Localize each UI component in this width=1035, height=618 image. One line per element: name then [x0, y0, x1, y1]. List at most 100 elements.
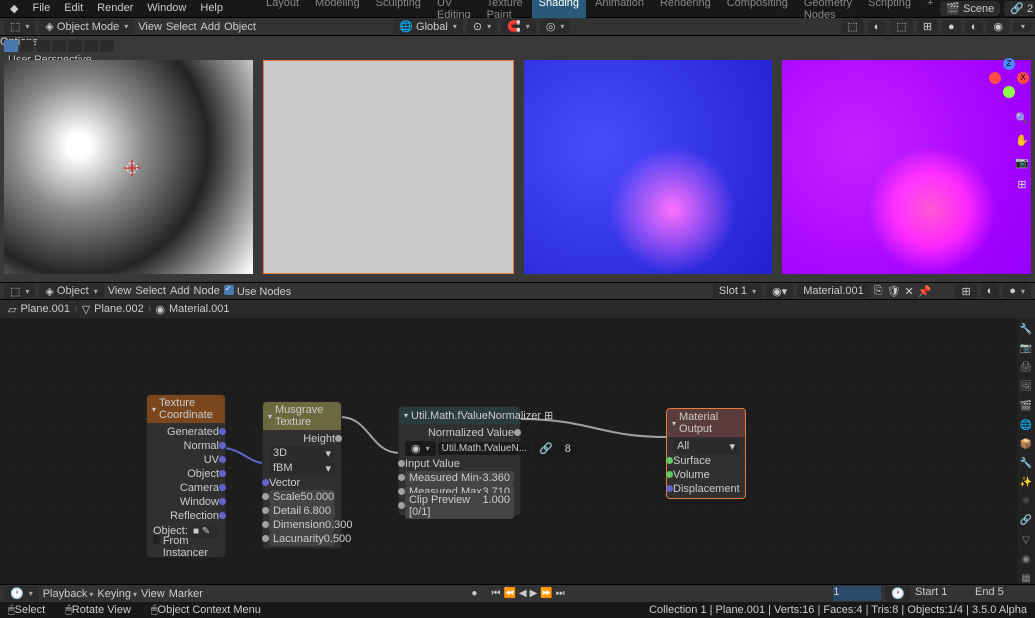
- start-frame[interactable]: Start 1: [915, 586, 971, 601]
- menu-view[interactable]: View: [138, 21, 162, 33]
- node-menu-node[interactable]: Node: [194, 285, 220, 297]
- slot-select[interactable]: Slot 1: [713, 284, 762, 298]
- socket-normal[interactable]: [219, 442, 226, 449]
- material-name[interactable]: Material.001: [797, 284, 870, 298]
- prop-constraint-icon[interactable]: 🔗: [1019, 515, 1033, 526]
- gizmo-y[interactable]: [1003, 86, 1015, 98]
- camera-icon[interactable]: 📷: [1015, 156, 1029, 170]
- prop-modifier-icon[interactable]: 🔧: [1019, 458, 1033, 469]
- output-target[interactable]: All▾: [673, 439, 739, 454]
- menu-edit[interactable]: Edit: [58, 0, 89, 17]
- snap-node[interactable]: ⊞: [955, 284, 976, 299]
- group-link-icon[interactable]: 🔗: [533, 441, 559, 456]
- node-menu-select[interactable]: Select: [135, 285, 166, 297]
- timeline-playback[interactable]: Playback: [43, 588, 94, 600]
- dimension-field[interactable]: Dimension0.300: [269, 518, 335, 532]
- socket-surface[interactable]: [666, 457, 673, 464]
- socket-object[interactable]: [219, 470, 226, 477]
- prop-world-icon[interactable]: 🌐: [1019, 420, 1033, 431]
- socket-dimension[interactable]: [262, 521, 269, 528]
- socket-mmin[interactable]: [398, 474, 405, 481]
- prop-material-icon[interactable]: ◉: [1019, 554, 1033, 565]
- socket-generated[interactable]: [219, 428, 226, 435]
- frame-range-icon[interactable]: 🕐: [885, 586, 911, 601]
- prop-texture-icon[interactable]: ▦: [1019, 573, 1033, 584]
- pin-icon[interactable]: 📌: [918, 285, 932, 298]
- scene-field[interactable]: 🎬Scene: [940, 1, 1000, 16]
- group-name-field[interactable]: Util.Math.fValueN...: [438, 442, 531, 455]
- timeline-keying[interactable]: Keying: [97, 588, 137, 600]
- node-material-output[interactable]: ▾Material Output All▾ Surface Volume Dis…: [666, 408, 746, 499]
- socket-vector[interactable]: [262, 479, 269, 486]
- socket-input[interactable]: [398, 460, 405, 467]
- socket-normalized[interactable]: [514, 429, 521, 436]
- socket-window[interactable]: [219, 498, 226, 505]
- node-musgrave[interactable]: ▾Musgrave Texture Height 3D▾ fBM▾ Vector…: [262, 401, 342, 549]
- prop-object-icon[interactable]: 📦: [1019, 439, 1033, 450]
- shade-wire[interactable]: ⊞: [917, 19, 938, 34]
- musgrave-type[interactable]: fBM▾: [269, 461, 335, 476]
- current-frame[interactable]: 1: [833, 586, 881, 601]
- node-view-options[interactable]: ●: [1003, 284, 1031, 298]
- end-frame[interactable]: End 5: [975, 586, 1031, 601]
- group-users[interactable]: 8: [559, 442, 577, 456]
- scale-field[interactable]: Scale50.000: [269, 490, 335, 504]
- socket-scale[interactable]: [262, 493, 269, 500]
- socket-clip[interactable]: [398, 502, 405, 509]
- socket-lacunarity[interactable]: [262, 535, 269, 542]
- xray-toggle[interactable]: ⬚: [890, 19, 912, 34]
- orientation[interactable]: 🌐 Global: [393, 19, 463, 34]
- mode-select[interactable]: ◈ Object Mode: [39, 19, 134, 34]
- use-nodes-checkbox[interactable]: Use Nodes: [224, 285, 291, 298]
- jump-start-icon[interactable]: ⏮: [491, 588, 500, 599]
- prop-output-icon[interactable]: 🖨: [1019, 362, 1033, 373]
- material-copy-icon[interactable]: 🛡: [887, 285, 901, 298]
- socket-height[interactable]: [335, 435, 342, 442]
- gizmo-x-pos[interactable]: X: [1017, 72, 1029, 84]
- shade-matpreview[interactable]: ◐: [965, 20, 984, 34]
- frominst-checkbox[interactable]: From Instancer: [153, 535, 219, 559]
- gizmo-x-neg[interactable]: [989, 72, 1001, 84]
- shade-rendered[interactable]: ◉: [987, 19, 1009, 34]
- prop-physics-icon[interactable]: ⚛: [1019, 496, 1033, 507]
- timeline-view[interactable]: View: [141, 588, 165, 600]
- collapse-icon[interactable]: ▾: [152, 405, 156, 414]
- jump-next-key-icon[interactable]: ⏩: [540, 588, 552, 599]
- zoom-icon[interactable]: 🔍: [1015, 112, 1029, 126]
- jump-end-icon[interactable]: ⏭: [556, 588, 565, 599]
- blender-icon[interactable]: ◆: [4, 0, 24, 17]
- bc-item-a[interactable]: Plane.001: [20, 303, 70, 315]
- menu-select[interactable]: Select: [166, 21, 197, 33]
- proportional[interactable]: ◎: [540, 19, 571, 34]
- pivot[interactable]: ⊙: [467, 19, 497, 34]
- prop-scene-icon[interactable]: 🎬: [1019, 401, 1033, 412]
- socket-mmax[interactable]: [398, 488, 405, 495]
- material-unlink-icon[interactable]: ✕: [905, 285, 914, 298]
- menu-render[interactable]: Render: [91, 0, 139, 17]
- play-reverse-icon[interactable]: ◀: [519, 588, 527, 599]
- prop-tool-icon[interactable]: 🔧: [1019, 324, 1033, 335]
- snap[interactable]: 🧲: [501, 19, 536, 34]
- mmin-field[interactable]: Measured Min-3.360: [405, 471, 514, 485]
- socket-detail[interactable]: [262, 507, 269, 514]
- node-editor[interactable]: ▾Texture Coordinate Generated Normal UV …: [0, 318, 1035, 584]
- node-normalizer[interactable]: ▾Util.Math.fValueNormalizer⊞ Normalized …: [398, 406, 521, 516]
- play-icon[interactable]: ▶: [530, 588, 538, 599]
- prop-view-icon[interactable]: 🖼: [1019, 381, 1033, 392]
- collapse-icon[interactable]: ▾: [404, 411, 408, 420]
- menu-window[interactable]: Window: [141, 0, 192, 17]
- options-button[interactable]: Options: [0, 36, 1035, 48]
- clip-field[interactable]: Clip Preview [0/1]1.000: [405, 493, 514, 519]
- detail-field[interactable]: Detail6.800: [269, 504, 335, 518]
- collapse-icon[interactable]: ▾: [268, 412, 272, 421]
- node-menu-view[interactable]: View: [108, 285, 132, 297]
- menu-add[interactable]: Add: [201, 21, 221, 33]
- socket-volume[interactable]: [666, 471, 673, 478]
- shade-solid[interactable]: ●: [942, 20, 961, 34]
- lacunarity-field[interactable]: Lacunarity0.500: [269, 532, 335, 546]
- editor-type[interactable]: ⬚: [4, 19, 35, 34]
- group-edit-icon[interactable]: ⊞: [544, 409, 553, 422]
- menu-object[interactable]: Object: [224, 21, 256, 33]
- menu-file[interactable]: File: [26, 0, 56, 17]
- nav-gizmo[interactable]: Z X: [989, 58, 1029, 98]
